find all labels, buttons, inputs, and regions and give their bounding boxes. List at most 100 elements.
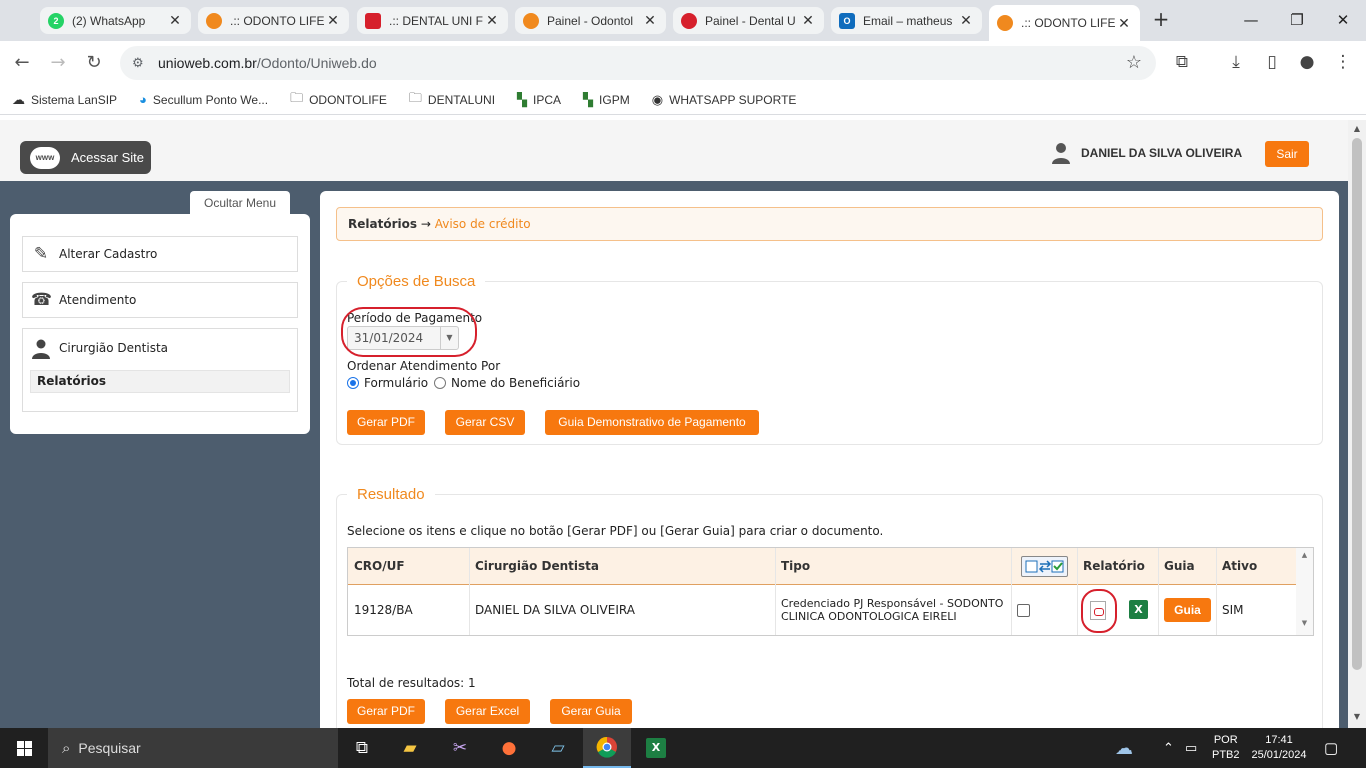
bookmark-label: WHATSAPP SUPORTE xyxy=(669,92,797,107)
cell-cro: 19128/BA xyxy=(354,603,413,617)
sidebar-item-atendimento[interactable]: ☎ Atendimento xyxy=(22,282,298,318)
menu-dots-icon[interactable]: ⋮ xyxy=(1332,52,1354,72)
site-info-icon[interactable]: ⚙ xyxy=(132,55,148,71)
payment-statement-button[interactable]: Guia Demonstrativo de Pagamento xyxy=(545,410,759,435)
generate-csv-button[interactable]: Gerar CSV xyxy=(445,410,525,435)
close-window-icon[interactable]: ✕ xyxy=(1320,8,1366,32)
back-icon[interactable]: ← xyxy=(10,51,34,75)
browser-tab[interactable]: 2 (2) WhatsApp ✕ xyxy=(40,7,191,34)
restore-icon[interactable]: ❐ xyxy=(1274,8,1320,32)
search-icon: ⌕ xyxy=(62,739,71,757)
taskbar-search[interactable]: ⌕ Pesquisar xyxy=(48,728,338,768)
browser-tab[interactable]: O Email – matheus ✕ xyxy=(831,7,982,34)
clock[interactable]: 17:41 25/01/2024 xyxy=(1249,728,1309,768)
weather-icon[interactable]: ☁ xyxy=(1115,728,1133,768)
reload-icon[interactable]: ↻ xyxy=(82,51,106,75)
outlook-icon: O xyxy=(839,12,855,29)
tab-close-icon[interactable]: ✕ xyxy=(1116,15,1132,32)
dentist-icon xyxy=(31,339,51,364)
browser-tab-active[interactable]: .:: ODONTO LIFE ✕ xyxy=(989,5,1140,41)
scroll-up-icon[interactable]: ▲ xyxy=(1348,124,1366,133)
notes-app-icon[interactable]: ▱ xyxy=(534,728,582,768)
column-divider xyxy=(1011,548,1012,635)
page-scrollbar[interactable]: ▲ ▼ xyxy=(1348,120,1366,728)
generate-pdf-button[interactable]: Gerar PDF xyxy=(347,410,425,435)
column-header-relatorio[interactable]: Relatório xyxy=(1077,548,1145,585)
start-button[interactable] xyxy=(0,728,48,768)
excel-app-icon[interactable]: X xyxy=(632,728,680,768)
extensions-icon[interactable]: ⧉ xyxy=(1171,52,1193,72)
network-icon[interactable]: ▭ xyxy=(1185,728,1197,768)
breadcrumb-section[interactable]: Relatórios xyxy=(348,217,417,231)
scroll-up-icon[interactable]: ▲ xyxy=(1296,551,1313,559)
column-header-tipo[interactable]: Tipo xyxy=(775,548,810,585)
bookmark-star-icon[interactable]: ☆ xyxy=(1126,52,1142,73)
bookmark-item[interactable]: 🗀 ODONTOLIFE xyxy=(290,89,387,111)
access-site-button[interactable]: www Acessar Site xyxy=(20,141,151,174)
tab-close-icon[interactable]: ✕ xyxy=(958,12,974,29)
browser-tab[interactable]: Painel - Dental U ✕ xyxy=(673,7,824,34)
radio-selected[interactable] xyxy=(347,377,359,389)
browser-tab[interactable]: .:: DENTAL UNI F ✕ xyxy=(357,7,508,34)
order-radio-beneficiario[interactable]: Nome do Beneficiário xyxy=(434,376,580,390)
tab-label: Email – matheus xyxy=(863,13,953,28)
bookmark-item[interactable]: ▚ IPCA xyxy=(517,92,561,108)
browser-tab[interactable]: Painel - Odontol ✕ xyxy=(515,7,666,34)
table-scrollbar[interactable]: ▲ ▼ xyxy=(1296,548,1313,635)
chrome-icon[interactable] xyxy=(583,728,631,768)
tab-close-icon[interactable]: ✕ xyxy=(167,12,183,29)
windows-logo-icon xyxy=(16,740,32,756)
scroll-thumb[interactable] xyxy=(1352,138,1362,670)
radio-unselected[interactable] xyxy=(434,377,446,389)
tab-label: .:: ODONTO LIFE xyxy=(1021,16,1116,30)
bookmark-item[interactable]: ◕ Secullum Ponto We... xyxy=(139,92,268,107)
sidebar-subitem-relatorios[interactable]: Relatórios xyxy=(30,370,290,393)
download-icon[interactable]: ⤓ xyxy=(1225,52,1247,72)
firefox-icon[interactable]: ● xyxy=(485,728,533,768)
input-language[interactable]: POR PTB2 xyxy=(1212,728,1240,768)
sidebar-item-alterar-cadastro[interactable]: ✎ Alterar Cadastro xyxy=(22,236,298,272)
notifications-icon[interactable]: ▢ xyxy=(1324,728,1338,768)
show-hidden-icons-icon[interactable]: ⌃ xyxy=(1163,728,1174,768)
breadcrumb-arrow: → xyxy=(420,217,431,231)
excel-report-icon[interactable]: X xyxy=(1129,600,1148,619)
scroll-down-icon[interactable]: ▼ xyxy=(1348,712,1366,721)
minimize-icon[interactable]: — xyxy=(1228,8,1274,32)
hide-menu-tab[interactable]: Ocultar Menu xyxy=(190,191,290,215)
logout-button[interactable]: Sair xyxy=(1265,141,1309,167)
tab-close-icon[interactable]: ✕ xyxy=(642,12,658,29)
file-explorer-icon[interactable]: ▰ xyxy=(386,728,434,768)
browser-tab-strip: 2 (2) WhatsApp ✕ .:: ODONTO LIFE ✕ .:: D… xyxy=(0,0,1366,41)
guia-button[interactable]: Guia xyxy=(1164,598,1211,622)
result-hint: Selecione os itens e clique no botão [Ge… xyxy=(347,524,884,538)
bookmark-item[interactable]: 🗀 DENTALUNI xyxy=(409,89,495,111)
url-field[interactable]: ⚙ unioweb.com.br/Odonto/Uniweb.do ☆ xyxy=(120,46,1156,80)
generate-guia-button[interactable]: Gerar Guia xyxy=(550,699,632,724)
column-header-dentist[interactable]: Cirurgião Dentista xyxy=(469,548,599,585)
generate-excel-button[interactable]: Gerar Excel xyxy=(445,699,530,724)
browser-tab[interactable]: .:: ODONTO LIFE ✕ xyxy=(198,7,349,34)
column-header-ativo[interactable]: Ativo xyxy=(1216,548,1257,585)
tab-close-icon[interactable]: ✕ xyxy=(325,12,341,29)
bookmark-item[interactable]: ☁ Sistema LanSIP xyxy=(12,92,117,108)
tab-close-icon[interactable]: ✕ xyxy=(484,12,500,29)
column-header-guia[interactable]: Guia xyxy=(1158,548,1195,585)
forward-icon[interactable]: → xyxy=(46,51,70,75)
side-panel-icon[interactable]: ▯ xyxy=(1261,52,1283,72)
scroll-down-icon[interactable]: ▼ xyxy=(1296,619,1313,627)
snipping-tool-icon[interactable]: ✂ xyxy=(436,728,484,768)
generate-pdf-bottom-button[interactable]: Gerar PDF xyxy=(347,699,425,724)
breadcrumb-page: Aviso de crédito xyxy=(434,217,531,231)
profile-icon[interactable]: ● xyxy=(1296,52,1318,72)
row-checkbox[interactable] xyxy=(1017,603,1030,617)
order-radio-formulario[interactable]: Formulário xyxy=(347,376,428,390)
new-tab-icon[interactable]: + xyxy=(1149,8,1173,32)
search-options-legend: Opções de Busca xyxy=(357,273,476,290)
tab-close-icon[interactable]: ✕ xyxy=(800,12,816,29)
bookmark-item[interactable]: ◉ WHATSAPP SUPORTE xyxy=(652,92,797,108)
bookmark-item[interactable]: ▚ IGPM xyxy=(583,92,630,108)
column-header-cro[interactable]: CRO/UF xyxy=(348,548,405,585)
select-all-toggle[interactable] xyxy=(1021,556,1068,577)
task-view-icon[interactable]: ⧉ xyxy=(338,728,386,768)
bookmark-label: ODONTOLIFE xyxy=(309,92,387,107)
